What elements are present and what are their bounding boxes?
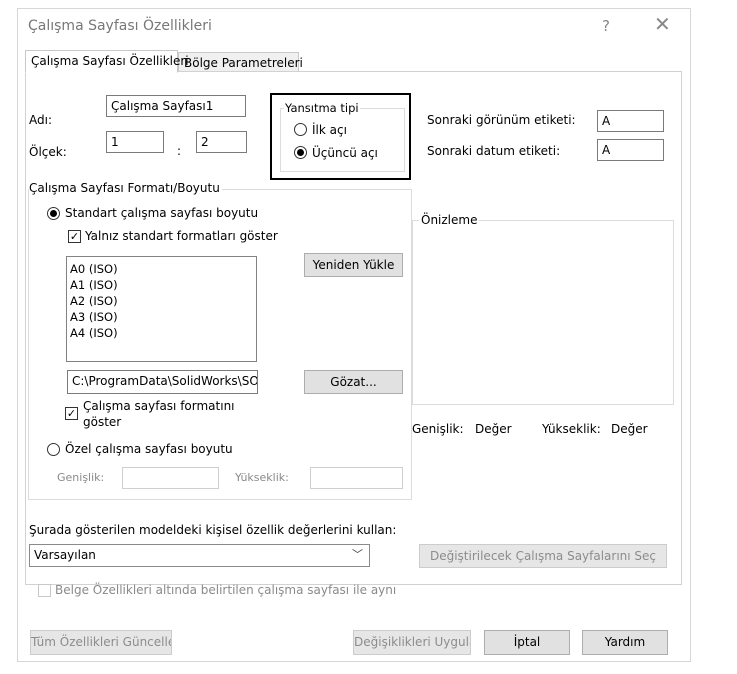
sheet-size-list[interactable]: A0 (ISO) A1 (ISO) A2 (ISO) A3 (ISO) A4 (…	[66, 256, 257, 362]
help-icon[interactable]: ?	[602, 17, 610, 35]
close-icon[interactable]: ✕	[654, 14, 671, 34]
scale-left-input[interactable]: 1	[106, 131, 164, 153]
custom-width-label: Genişlik:	[57, 471, 105, 484]
title-bar: Çalışma Sayfası Özellikleri ? ✕	[18, 9, 690, 42]
only-standard-checkbox[interactable]: ✓	[68, 230, 81, 243]
update-all-properties-button[interactable]: Tüm Özellikleri Güncelle	[30, 630, 172, 655]
list-item[interactable]: A1 (ISO)	[70, 277, 253, 293]
name-input[interactable]: Çalışma Sayfası1	[106, 95, 246, 117]
property-source-label: Şurada gösterilen modeldeki kişisel özel…	[29, 523, 397, 537]
tab-sheet-properties[interactable]: Çalışma Sayfası Özellikleri	[25, 50, 189, 73]
same-sheet-checkbox[interactable]	[38, 584, 51, 597]
chevron-down-icon: ﹀	[352, 548, 363, 561]
show-format-label-line1: Çalışma sayfası formatını	[83, 399, 235, 413]
format-path-input[interactable]: C:\ProgramData\SolidWorks\SOL	[67, 370, 258, 394]
next-view-label-text: Sonraki görünüm etiketi:	[427, 113, 576, 127]
same-sheet-label: Belge Özellikleri altında belirtilen çal…	[55, 583, 397, 597]
preview-width-label: Genişlik:	[412, 422, 464, 436]
help-button[interactable]: Yardım	[582, 630, 668, 655]
list-item[interactable]: A2 (ISO)	[70, 293, 253, 309]
preview-box	[412, 220, 674, 405]
property-source-selected: Varsayılan	[34, 548, 96, 562]
property-source-select[interactable]: Varsayılan ﹀	[29, 544, 370, 567]
cancel-button[interactable]: İptal	[484, 630, 570, 655]
select-sheets-button[interactable]: Değiştirilecek Çalışma Sayfalarını Seç	[419, 544, 667, 568]
custom-size-label: Özel çalışma sayfası boyutu	[65, 442, 233, 456]
first-angle-radio[interactable]	[294, 123, 307, 136]
next-datum-label-text: Sonraki datum etiketi:	[427, 144, 561, 158]
browse-button[interactable]: Gözat...	[304, 370, 403, 394]
tab-panel: Adı: Çalışma Sayfası1 Ölçek: 1 : 2 Yansı…	[25, 71, 682, 597]
sheet-format-title: Çalışma Sayfası Formatı/Boyutu	[29, 181, 222, 195]
preview-width-value: Değer	[475, 422, 512, 436]
reload-button[interactable]: Yeniden Yükle	[304, 253, 403, 277]
preview-title: Önizleme	[419, 213, 480, 227]
preview-height-value: Değer	[611, 422, 648, 436]
scale-right-input[interactable]: 2	[196, 131, 247, 153]
third-angle-radio[interactable]	[294, 146, 307, 159]
first-angle-label: İlk açı	[312, 123, 347, 137]
show-format-checkbox[interactable]: ✓	[65, 407, 78, 420]
third-angle-label: Üçüncü açı	[312, 146, 378, 160]
projection-type-group	[280, 108, 405, 172]
list-item[interactable]: A3 (ISO)	[70, 309, 253, 325]
window-title: Çalışma Sayfası Özellikleri	[28, 18, 212, 34]
scale-separator: :	[177, 144, 182, 158]
show-format-label-line2: göster	[83, 415, 122, 429]
projection-type-title: Yansıtma tipi	[284, 101, 360, 115]
custom-size-radio[interactable]	[47, 443, 60, 456]
standard-size-label: Standart çalışma sayfası boyutu	[65, 206, 259, 220]
tab-zone-parameters[interactable]: Bölge Parametreleri	[178, 52, 303, 73]
next-datum-label-input[interactable]: A	[597, 139, 664, 161]
scale-label: Ölçek:	[29, 145, 67, 159]
preview-height-label: Yükseklik:	[542, 422, 601, 436]
custom-width-input[interactable]	[122, 467, 219, 489]
apply-changes-button[interactable]: Değişiklikleri Uygula	[353, 630, 471, 655]
sheet-properties-dialog: Çalışma Sayfası Özellikleri ? ✕ Çalışma …	[17, 8, 691, 662]
list-item[interactable]: A0 (ISO)	[70, 261, 253, 277]
custom-height-input[interactable]	[310, 467, 403, 489]
standard-size-radio[interactable]	[47, 207, 60, 220]
name-label: Adı:	[29, 113, 52, 127]
next-view-label-input[interactable]: A	[597, 110, 664, 132]
only-standard-label: Yalnız standart formatları göster	[85, 229, 278, 243]
custom-height-label: Yükseklik:	[235, 471, 289, 484]
list-item[interactable]: A4 (ISO)	[70, 325, 253, 341]
